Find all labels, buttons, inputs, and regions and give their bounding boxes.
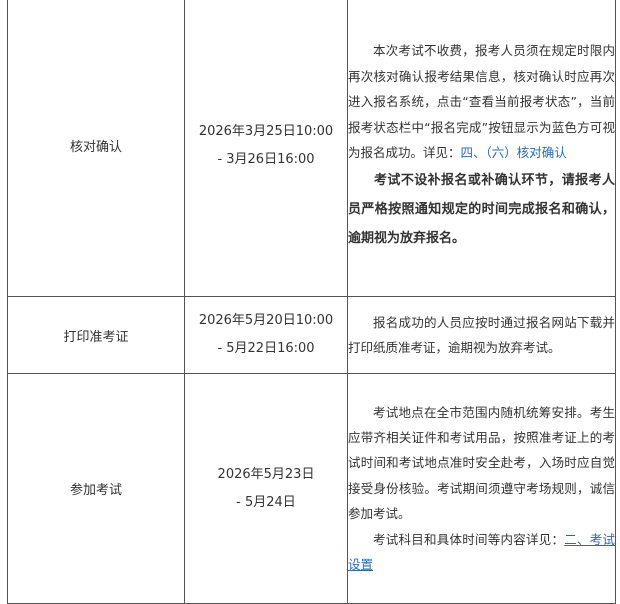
time-cell: 2026年3月25日10:00 - 3月26日16:00 [184, 0, 348, 297]
table-row: 核对确认 2026年3月25日10:00 - 3月26日16:00 本次考试不收… [7, 0, 616, 297]
description-text: 考试科目和具体时间等内容详见： [373, 531, 565, 547]
description-paragraph: 考试地点在全市范围内随机统筹安排。考生应带齐相关证件和考试用品，按照准考证上的考… [348, 404, 615, 522]
description-cell: 报名成功的人员应按时通过报名网站下载并打印纸质准考证，逾期视为放弃考试。 [347, 296, 616, 374]
table-row: 打印准考证 2026年5月20日10:00 - 5月22日16:00 报名成功的… [7, 296, 616, 374]
time-cell: 2026年5月20日10:00 - 5月22日16:00 [184, 296, 348, 374]
description-cell: 考试地点在全市范围内随机统筹安排。考生应带齐相关证件和考试用品，按照准考证上的考… [347, 373, 616, 604]
time-start: 2026年5月23日 [217, 466, 315, 482]
verify-confirm-link[interactable]: 四、（六）核对确认 [461, 145, 567, 160]
description-paragraph: 报名成功的人员应按时通过报名网站下载并打印纸质准考证，逾期视为放弃考试。 [348, 314, 615, 355]
stage-cell: 打印准考证 [7, 296, 185, 374]
warning-paragraph: 考试不设补报名或补确认环节，请报考人员严格按照通知规定的时间完成报名和确认，逾期… [348, 172, 615, 246]
stage-label: 打印准考证 [63, 329, 129, 345]
description-text: 本次考试不收费，报考人员须在规定时限内再次核对确认报考结果信息，核对确认时应再次… [348, 43, 615, 161]
stage-cell: 核对确认 [7, 0, 185, 297]
time-end: - 5月24日 [236, 494, 296, 510]
description-cell: 本次考试不收费，报考人员须在规定时限内再次核对确认报考结果信息，核对确认时应再次… [347, 0, 616, 297]
stage-cell: 参加考试 [7, 373, 185, 604]
stage-label: 核对确认 [69, 140, 122, 155]
time-cell: 2026年5月23日 - 5月24日 [184, 373, 348, 604]
table-row: 参加考试 2026年5月23日 - 5月24日 考试地点在全市范围内随机统筹安排… [7, 373, 616, 604]
stage-label: 参加考试 [69, 483, 122, 498]
description-paragraph: 考试科目和具体时间等内容详见：二、考试设置 [348, 527, 615, 578]
description-paragraph: 本次考试不收费，报考人员须在规定时限内再次核对确认报考结果信息，核对确认时应再次… [348, 38, 615, 165]
time-start: 2026年5月20日10:00 [198, 313, 334, 328]
time-end: - 3月26日16:00 [217, 151, 315, 167]
time-end: - 5月22日16:00 [217, 341, 315, 356]
time-start: 2026年3月25日10:00 [198, 123, 334, 139]
exam-schedule-table: 核对确认 2026年3月25日10:00 - 3月26日16:00 本次考试不收… [7, 0, 616, 604]
